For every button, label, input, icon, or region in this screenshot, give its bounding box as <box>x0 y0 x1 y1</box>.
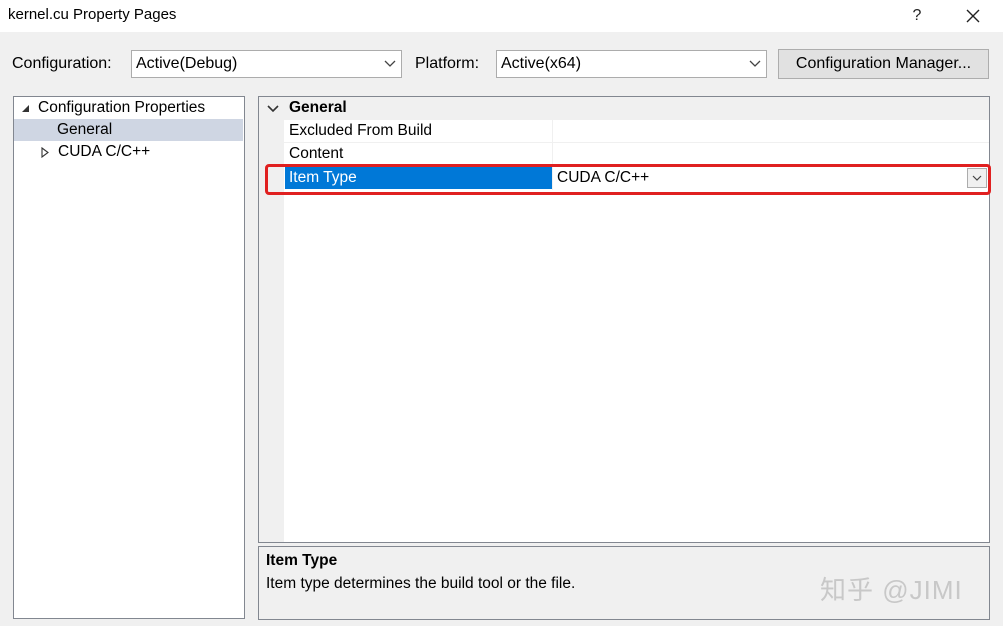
watermark: 知乎 @JIMI <box>820 575 963 605</box>
close-button[interactable] <box>958 3 988 29</box>
collapsed-triangle-icon <box>41 146 49 158</box>
chevron-down-icon <box>749 60 761 67</box>
help-button[interactable]: ? <box>902 3 932 29</box>
platform-label: Platform: <box>415 55 480 72</box>
platform-value: Active(x64) <box>501 55 582 72</box>
chevron-down-icon <box>267 105 279 113</box>
grid-row-name[interactable]: Content <box>289 143 343 165</box>
title-bar: kernel.cu Property Pages ? <box>0 0 1003 32</box>
window-title: kernel.cu Property Pages <box>8 6 177 23</box>
tree-item-configuration-properties[interactable]: Configuration Properties <box>20 97 205 119</box>
tree-panel: Configuration Properties General CUDA C/… <box>13 96 245 619</box>
highlight-box <box>265 164 991 195</box>
configuration-label: Configuration: <box>12 55 112 72</box>
tree-item-label: General <box>57 121 113 138</box>
tree-item-label: CUDA C/C++ <box>58 143 151 160</box>
configuration-manager-button[interactable]: Configuration Manager... <box>778 49 989 79</box>
configuration-combo[interactable]: Active(Debug) <box>131 50 402 78</box>
configuration-value: Active(Debug) <box>136 55 238 72</box>
tree-item-label: Configuration Properties <box>38 99 206 116</box>
description-text: Item type determines the build tool or t… <box>266 575 576 592</box>
grid-section-header[interactable] <box>259 97 989 120</box>
tree-item-cuda[interactable]: CUDA C/C++ <box>40 141 150 163</box>
grid-row-value[interactable] <box>555 143 989 165</box>
expanded-triangle-icon <box>22 105 29 112</box>
grid-row-value[interactable] <box>555 120 989 142</box>
description-title: Item Type <box>266 552 338 569</box>
platform-combo[interactable]: Active(x64) <box>496 50 767 78</box>
tree-item-general[interactable]: General <box>14 119 243 141</box>
close-icon <box>966 9 980 23</box>
grid-section-label: General <box>289 99 347 116</box>
chevron-down-icon <box>384 60 396 67</box>
grid-row-name[interactable]: Excluded From Build <box>289 120 432 142</box>
